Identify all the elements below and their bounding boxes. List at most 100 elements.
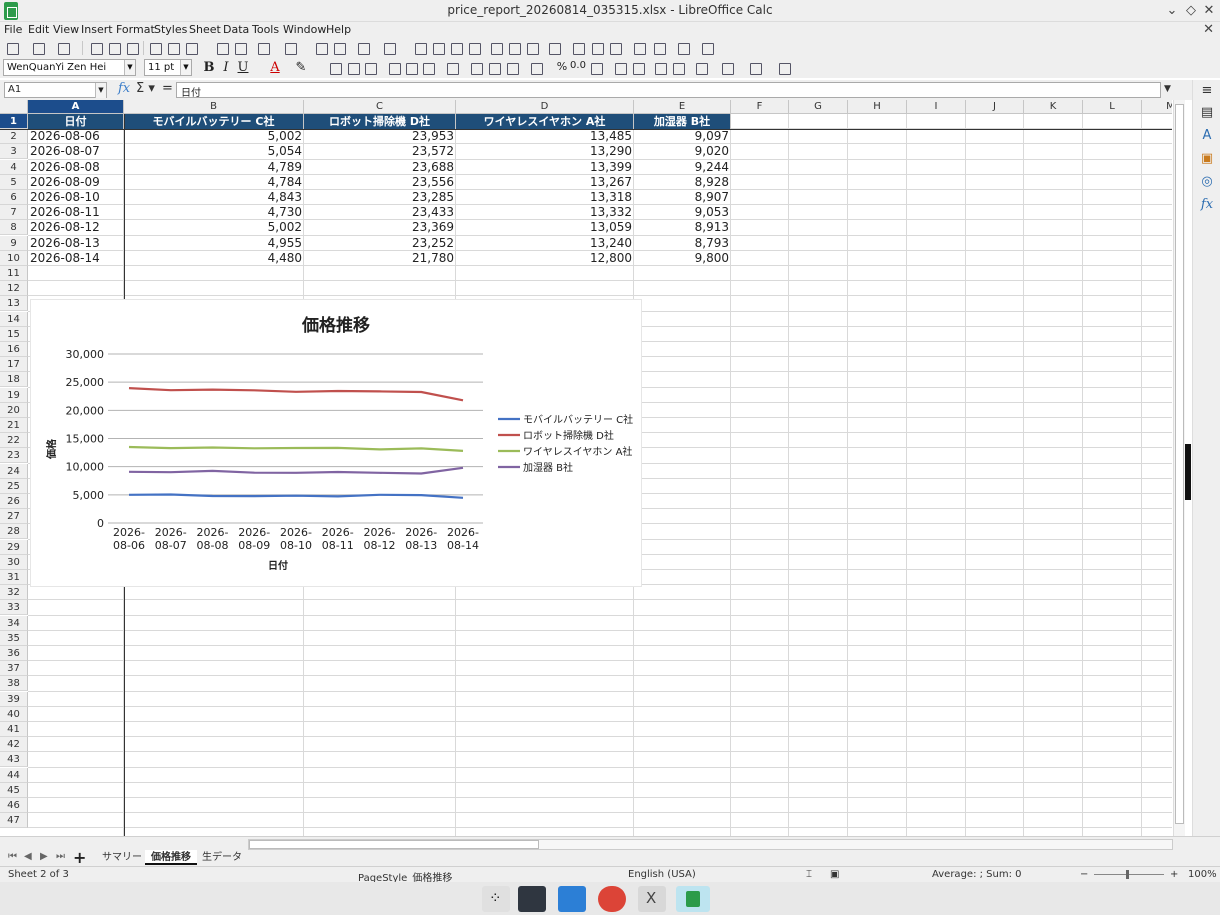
functions-icon[interactable]: fx <box>1199 197 1215 213</box>
row-header-33[interactable]: 33 <box>0 600 28 616</box>
price-cell[interactable]: 4,480 <box>124 251 304 266</box>
pivot-table-icon[interactable] <box>524 40 540 56</box>
row-header-10[interactable]: 10 <box>0 250 28 266</box>
menu-file[interactable]: File <box>4 23 22 36</box>
sort-descending-icon[interactable] <box>448 40 464 56</box>
minimize-icon[interactable]: ⌄ <box>1163 3 1181 18</box>
sidebar-resize-handle[interactable] <box>1185 444 1191 500</box>
row-header-6[interactable]: 6 <box>0 190 28 205</box>
libreoffice-calc-taskbar-icon[interactable] <box>676 886 710 912</box>
column-header-f[interactable]: F <box>731 100 789 114</box>
open-icon[interactable] <box>30 40 46 56</box>
increase-indent-icon[interactable] <box>652 60 668 76</box>
price-cell[interactable]: 23,433 <box>304 205 456 220</box>
price-cell[interactable]: 13,240 <box>456 236 634 251</box>
row-header-17[interactable]: 17 <box>0 357 28 373</box>
spelling-icon[interactable] <box>331 40 347 56</box>
date-cell[interactable]: 2026-08-08 <box>28 160 124 175</box>
column-header-i[interactable]: I <box>907 100 966 114</box>
price-cell[interactable]: 9,020 <box>634 144 731 159</box>
column-icon[interactable] <box>381 40 397 56</box>
headers-footers-icon[interactable] <box>607 40 623 56</box>
menu-window[interactable]: Window <box>283 23 326 36</box>
row-header-8[interactable]: 8 <box>0 220 28 236</box>
align-top-icon[interactable] <box>386 60 402 76</box>
zoom-in-icon[interactable]: + <box>1170 869 1178 880</box>
column-header-h[interactable]: H <box>848 100 907 114</box>
row-header-5[interactable]: 5 <box>0 174 28 190</box>
menu-view[interactable]: View <box>53 23 79 36</box>
price-cell[interactable]: 13,332 <box>456 205 634 220</box>
menu-sheet[interactable]: Sheet <box>189 23 221 36</box>
row-header-40[interactable]: 40 <box>0 706 28 722</box>
add-sheet-icon[interactable]: + <box>73 848 86 867</box>
column-header-a[interactable]: A <box>28 100 124 114</box>
row-header-27[interactable]: 27 <box>0 509 28 525</box>
row-header-9[interactable]: 9 <box>0 235 28 251</box>
expand-formula-icon[interactable]: ▼ <box>1164 84 1171 94</box>
row-header-30[interactable]: 30 <box>0 554 28 570</box>
price-cell[interactable]: 23,953 <box>304 129 456 144</box>
define-print-area-icon[interactable] <box>631 40 647 56</box>
scroll-thumb[interactable] <box>249 840 539 849</box>
date-cell[interactable]: 2026-08-10 <box>28 190 124 205</box>
sheet-tab-summary[interactable]: サマリー <box>96 850 148 865</box>
row-header-44[interactable]: 44 <box>0 767 28 783</box>
comment-icon[interactable] <box>589 40 605 56</box>
row-header-4[interactable]: 4 <box>0 159 28 175</box>
chevron-down-icon[interactable]: ▼ <box>180 60 191 75</box>
redo-icon[interactable] <box>282 40 298 56</box>
price-cell[interactable]: 13,399 <box>456 160 634 175</box>
chevron-down-icon[interactable]: ▼ <box>95 83 106 98</box>
date-cell[interactable]: 2026-08-13 <box>28 236 124 251</box>
freeze-rows-columns-icon[interactable] <box>651 40 667 56</box>
price-cell[interactable]: 4,784 <box>124 175 304 190</box>
row-header-36[interactable]: 36 <box>0 646 28 661</box>
table-header-cell[interactable]: 加湿器 B社 <box>634 114 731 129</box>
last-sheet-icon[interactable]: ⏭ <box>56 851 65 862</box>
row-header-45[interactable]: 45 <box>0 782 28 798</box>
xapp-icon[interactable]: X <box>638 886 666 912</box>
price-cell[interactable]: 4,843 <box>124 190 304 205</box>
launcher-icon[interactable]: ⁘ <box>482 886 510 912</box>
bold-icon[interactable]: B <box>201 60 217 75</box>
hyperlink-icon[interactable] <box>570 40 586 56</box>
row-header-43[interactable]: 43 <box>0 752 28 768</box>
name-box[interactable]: A1 ▼ <box>4 82 107 98</box>
row-header-14[interactable]: 14 <box>0 311 28 327</box>
price-cell[interactable]: 13,290 <box>456 144 634 159</box>
row-header-32[interactable]: 32 <box>0 585 28 601</box>
split-window-icon[interactable] <box>675 40 691 56</box>
price-cell[interactable]: 5,002 <box>124 220 304 235</box>
row-header-37[interactable]: 37 <box>0 661 28 677</box>
price-cell[interactable]: 23,369 <box>304 220 456 235</box>
spreadsheet-grid[interactable]: A B C D E F G H I J K L M 1 2 3 4 5 6 7 8 9 10 11 12 13 14 15 16 17 18… <box>0 100 1172 836</box>
navigator-icon[interactable]: ◎ <box>1199 174 1215 190</box>
table-header-cell[interactable]: モバイルバッテリー C社 <box>124 114 304 129</box>
row-header-38[interactable]: 38 <box>0 676 28 692</box>
row-header-12[interactable]: 12 <box>0 281 28 297</box>
select-all-corner[interactable] <box>0 100 28 114</box>
price-cell[interactable]: 4,789 <box>124 160 304 175</box>
column-header-c[interactable]: C <box>304 100 456 114</box>
table-header-cell[interactable]: ロボット掃除機 D社 <box>304 114 456 129</box>
row-header-31[interactable]: 31 <box>0 570 28 585</box>
row-header-22[interactable]: 22 <box>0 433 28 449</box>
menu-edit[interactable]: Edit <box>28 23 49 36</box>
row-icon[interactable] <box>355 40 371 56</box>
price-cell[interactable]: 23,252 <box>304 236 456 251</box>
row-header-39[interactable]: 39 <box>0 691 28 707</box>
column-header-k[interactable]: K <box>1024 100 1083 114</box>
row-header-28[interactable]: 28 <box>0 524 28 540</box>
row-header-11[interactable]: 11 <box>0 266 28 281</box>
price-cell[interactable]: 9,244 <box>634 160 731 175</box>
close-document-icon[interactable]: ✕ <box>1203 22 1214 37</box>
undo-icon[interactable] <box>255 40 271 56</box>
align-left-icon[interactable] <box>327 60 343 76</box>
date-cell[interactable]: 2026-08-09 <box>28 175 124 190</box>
align-right-icon[interactable] <box>362 60 378 76</box>
scroll-thumb[interactable] <box>1175 104 1184 824</box>
column-header-b[interactable]: B <box>124 100 304 114</box>
sum-icon[interactable]: Σ ▾ <box>136 81 155 96</box>
autofilter-icon[interactable] <box>466 40 482 56</box>
